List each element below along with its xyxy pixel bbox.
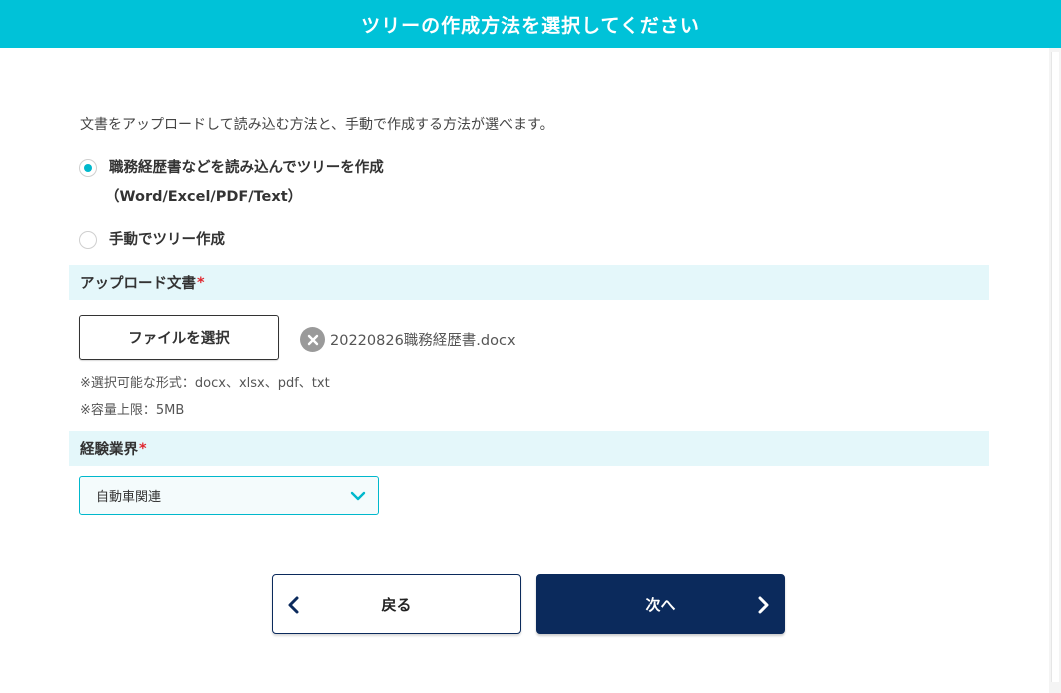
- radio-button-manual[interactable]: [79, 231, 97, 249]
- radio-label-manual: 手動でツリー作成: [109, 232, 225, 248]
- choose-file-button[interactable]: ファイルを選択: [79, 315, 279, 360]
- scrollbar[interactable]: [1049, 48, 1061, 693]
- industry-select[interactable]: 自動車関連: [79, 476, 379, 515]
- upload-section-header: アップロード文書 *: [69, 265, 989, 300]
- back-button[interactable]: 戻る: [272, 574, 521, 634]
- radio-sublabel-upload: （Word/Excel/PDF/Text）: [105, 189, 303, 205]
- description-text: 文書をアップロードして読み込む方法と、手動で作成する方法が選べます。: [80, 117, 554, 133]
- radio-option-upload[interactable]: 職務経歴書などを読み込んでツリーを作成 （Word/Excel/PDF/Text…: [79, 158, 384, 207]
- remove-file-icon[interactable]: [300, 327, 325, 352]
- industry-section-header: 経験業界 *: [69, 431, 989, 466]
- next-button-label: 次へ: [645, 595, 676, 614]
- industry-section-label: 経験業界: [80, 442, 138, 458]
- next-button[interactable]: 次へ: [536, 574, 785, 634]
- size-note: ※容量上限：5MB: [80, 403, 185, 418]
- chevron-right-icon: [756, 595, 770, 619]
- page-title: ツリーの作成方法を選択してください: [361, 14, 700, 37]
- industry-select-value: 自動車関連: [96, 490, 162, 505]
- file-name: 20220826職務経歴書.docx: [330, 333, 516, 349]
- upload-section-label: アップロード文書: [80, 276, 196, 292]
- page-header: ツリーの作成方法を選択してください: [0, 0, 1061, 48]
- selected-file: 20220826職務経歴書.docx: [300, 327, 516, 352]
- format-note: ※選択可能な形式：docx、xlsx、pdf、txt: [80, 376, 330, 391]
- required-mark: *: [197, 274, 205, 291]
- back-button-label: 戻る: [381, 595, 412, 614]
- chevron-left-icon: [287, 595, 301, 619]
- radio-option-manual[interactable]: 手動でツリー作成: [79, 230, 225, 250]
- chevron-down-icon: [349, 487, 367, 509]
- scrollbar-thumb[interactable]: [1051, 52, 1059, 682]
- radio-label-upload: 職務経歴書などを読み込んでツリーを作成: [109, 160, 384, 176]
- radio-button-upload[interactable]: [79, 159, 97, 177]
- required-mark: *: [139, 440, 147, 457]
